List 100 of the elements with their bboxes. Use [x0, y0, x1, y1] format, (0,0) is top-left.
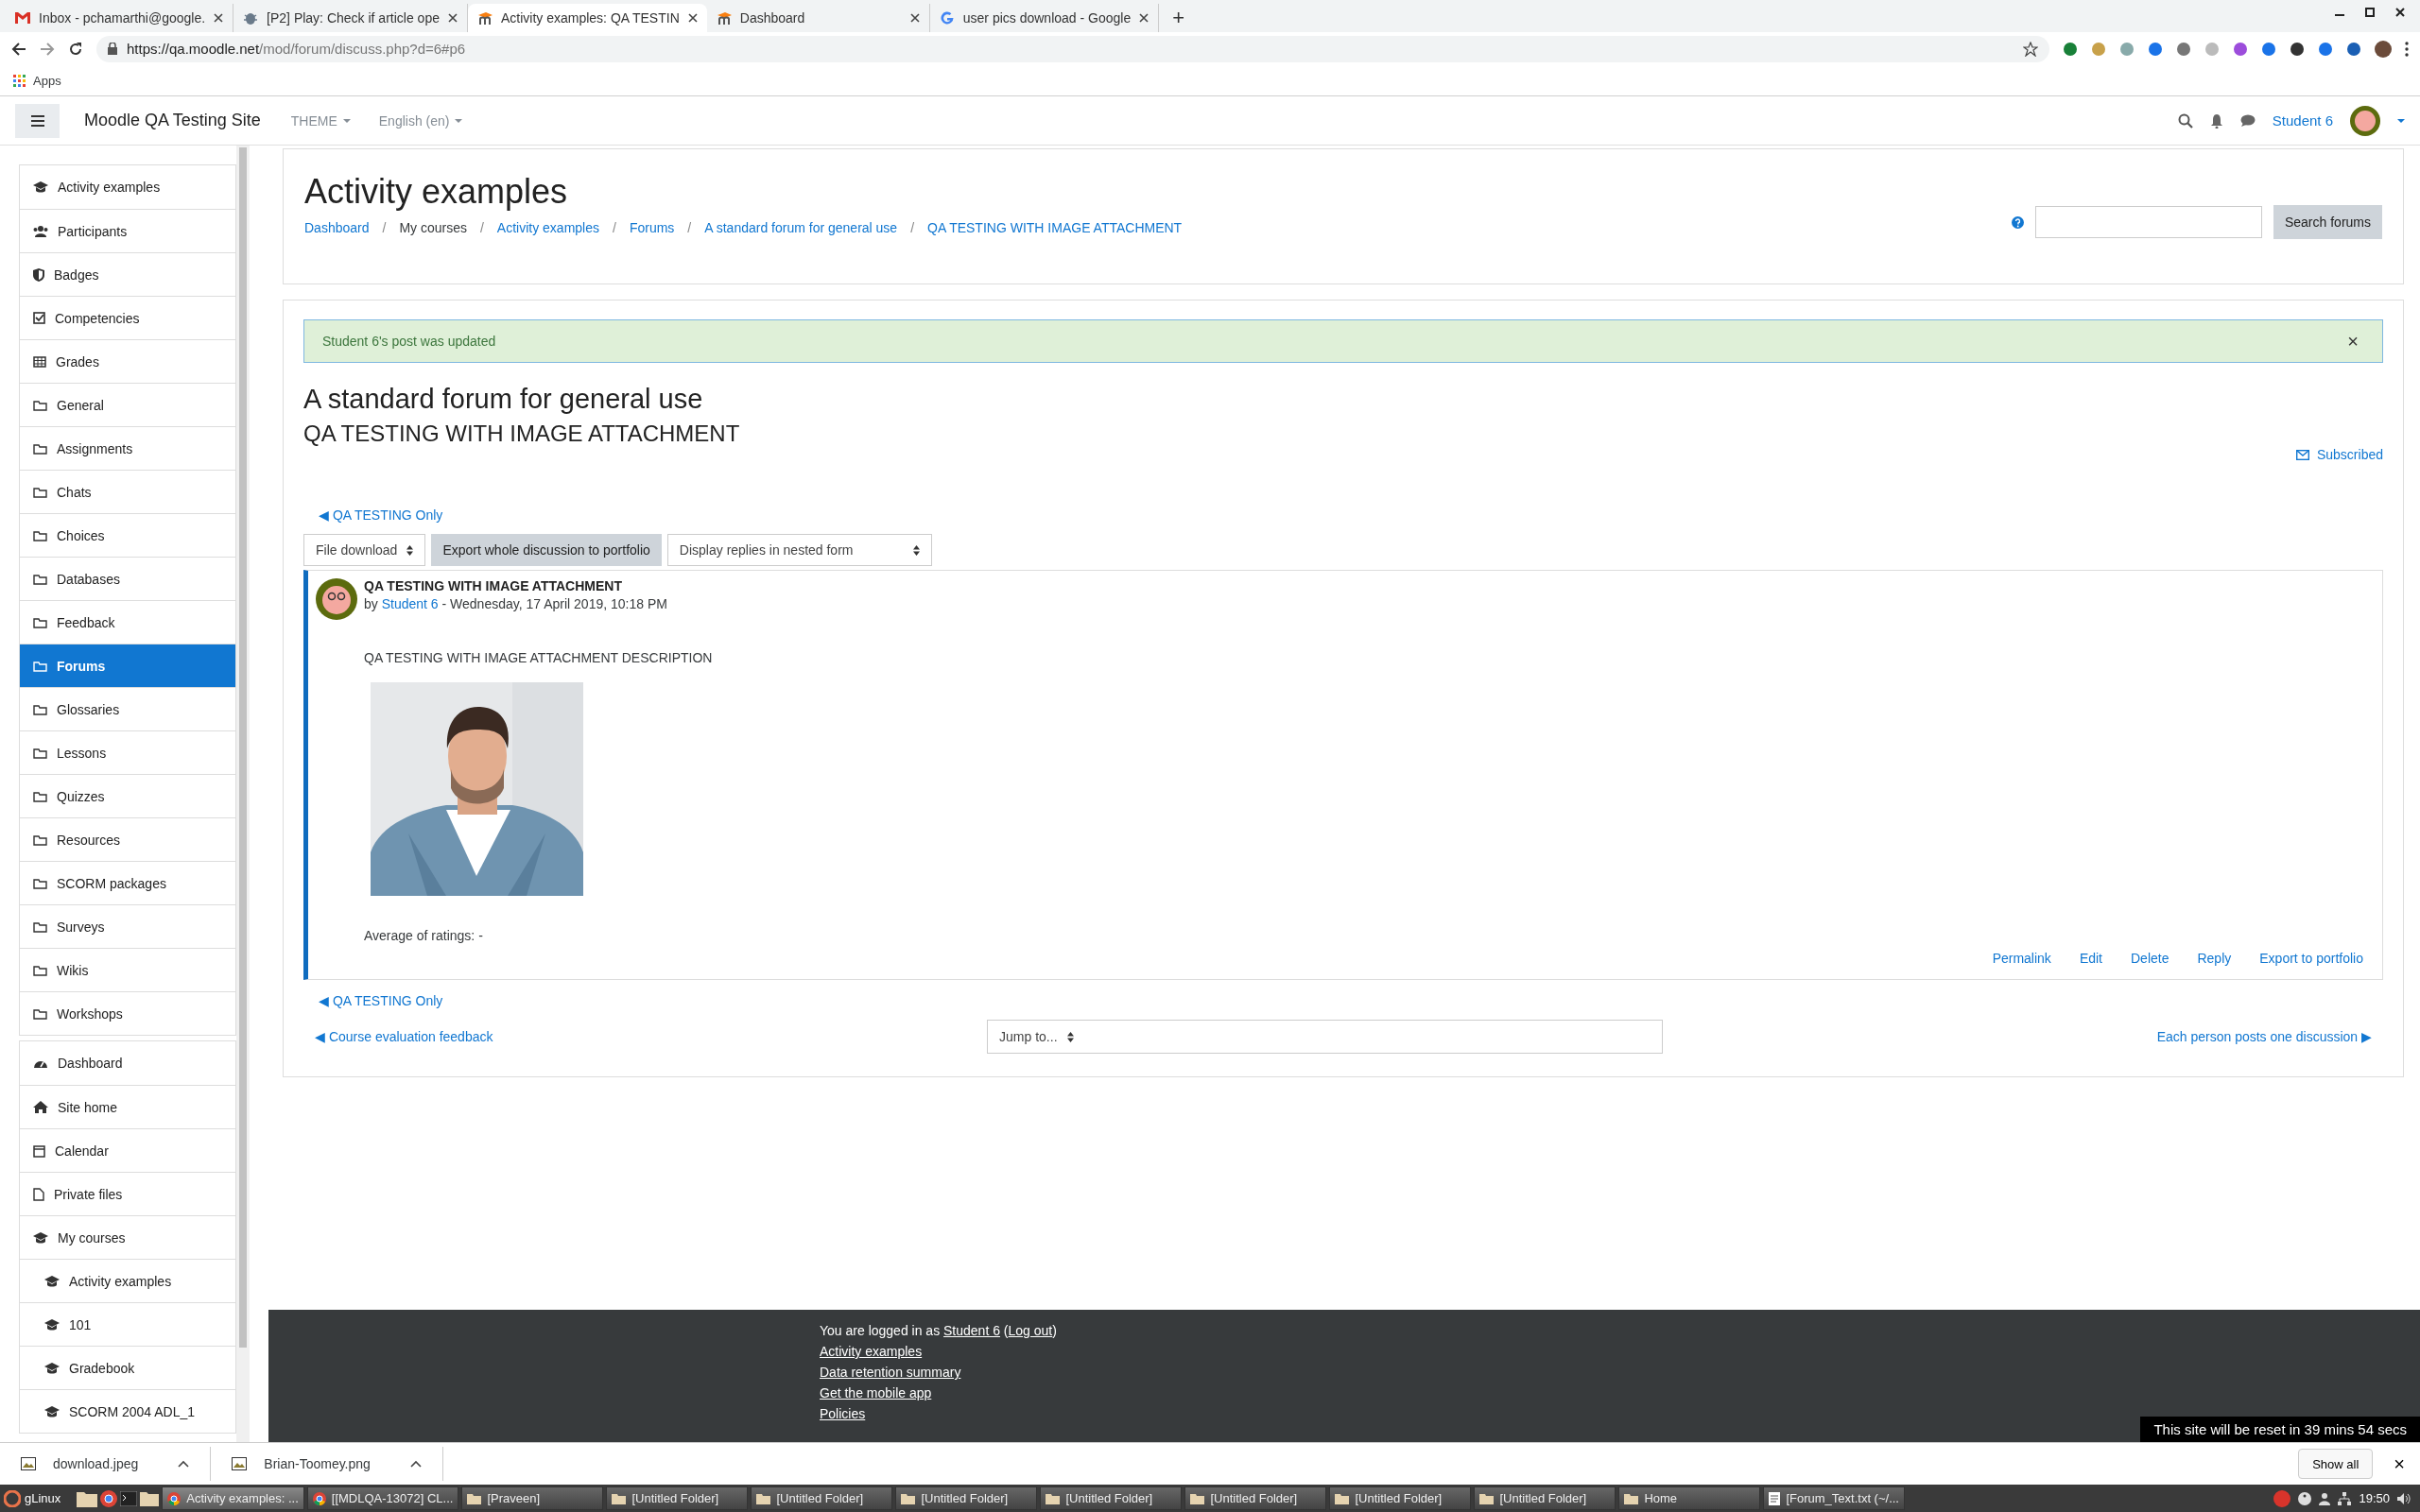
user-icon[interactable]: [2319, 1491, 2331, 1505]
sidebar-item[interactable]: Choices: [20, 513, 235, 557]
more-icon[interactable]: [2405, 41, 2409, 57]
bell-icon[interactable]: [2209, 112, 2223, 129]
sidebar-item[interactable]: 101: [20, 1302, 235, 1346]
breadcrumb-link[interactable]: Dashboard: [304, 220, 370, 235]
bookmark-link[interactable]: Apps: [33, 73, 61, 88]
site-name-link[interactable]: Moodle QA Testing Site: [84, 111, 261, 130]
sidebar-item[interactable]: Wikis: [20, 948, 235, 991]
scrollbar[interactable]: [236, 146, 250, 1442]
post-action-link[interactable]: Export to portfolio: [2259, 951, 2363, 966]
folder-launcher-icon[interactable]: [77, 1489, 98, 1507]
address-field[interactable]: https://qa.moodle.net/mod/forum/discuss.php?d=6#p6: [96, 35, 2049, 62]
close-button[interactable]: ×: [2342, 329, 2364, 353]
sidebar-item[interactable]: General: [20, 383, 235, 426]
post-action-link[interactable]: Permalink: [1992, 951, 2051, 966]
sidebar-item[interactable]: Databases: [20, 557, 235, 600]
sidebar-item[interactable]: Private files: [20, 1172, 235, 1215]
network-icon[interactable]: [2338, 1491, 2352, 1505]
avatar-icon[interactable]: [2350, 105, 2380, 136]
taskbar-window[interactable]: [Praveen]: [461, 1486, 604, 1510]
taskbar-window[interactable]: [Untitled Folder]: [606, 1486, 749, 1510]
sidebar-item[interactable]: Badges: [20, 252, 235, 296]
close-icon[interactable]: [909, 13, 920, 23]
previous-discussion-link[interactable]: ◀ QA TESTING Only: [319, 993, 443, 1008]
back-arrow-icon[interactable]: [11, 42, 26, 56]
search-field[interactable]: [2034, 206, 2262, 238]
export-button[interactable]: Export whole discussion to portfolio: [431, 534, 662, 566]
accessibility-icon[interactable]: [2298, 1491, 2312, 1505]
sidebar-item[interactable]: My courses: [20, 1215, 235, 1259]
apps-grid-icon[interactable]: [13, 74, 26, 87]
sidebar-item[interactable]: Surveys: [20, 904, 235, 948]
post-action-link[interactable]: Edit: [2079, 951, 2102, 966]
sidebar-item[interactable]: Participants: [20, 209, 235, 252]
download-item[interactable]: Brian-Toomey.png: [211, 1447, 443, 1481]
previous-discussion-link[interactable]: ◀ QA TESTING Only: [319, 507, 443, 523]
sidebar-item[interactable]: Competencies: [20, 296, 235, 339]
show-all-button[interactable]: Show all: [2298, 1449, 2374, 1479]
profile-avatar-icon[interactable]: [2375, 40, 2392, 58]
caret-icon[interactable]: [2397, 118, 2405, 123]
taskbar-window[interactable]: Home: [1618, 1486, 1761, 1510]
menu-button[interactable]: [15, 103, 60, 138]
sidebar-item[interactable]: SCORM 2004 ADL_1: [20, 1389, 235, 1433]
footer-link[interactable]: Data retention summary: [820, 1365, 961, 1380]
breadcrumb-link[interactable]: Activity examples: [496, 220, 599, 235]
close-icon[interactable]: [1139, 13, 1150, 23]
sidebar-item[interactable]: Grades: [20, 339, 235, 383]
close-icon[interactable]: [214, 13, 224, 23]
sidebar-item[interactable]: Chats: [20, 470, 235, 513]
subscribed-link[interactable]: Subscribed: [2295, 447, 2383, 462]
sidebar-item[interactable]: Glossaries: [20, 687, 235, 730]
sidebar-item[interactable]: Quizzes: [20, 774, 235, 817]
jump-to-select[interactable]: Jump to...: [987, 1020, 1664, 1054]
sidebar-item[interactable]: Gradebook: [20, 1346, 235, 1389]
star-icon[interactable]: [2023, 41, 2038, 57]
export-format-select[interactable]: File download: [303, 534, 426, 566]
chrome-launcher-icon[interactable]: [100, 1489, 118, 1507]
next-activity-link[interactable]: Each person posts one discussion ▶: [2156, 1029, 2383, 1044]
user-menu-link[interactable]: Student 6: [2272, 112, 2333, 129]
start-menu-button[interactable]: gLinux: [4, 1489, 75, 1507]
download-item[interactable]: download.jpeg: [0, 1447, 212, 1481]
sidebar-item[interactable]: Lessons: [20, 730, 235, 774]
close-icon[interactable]: [2395, 8, 2405, 17]
previous-activity-link[interactable]: ◀ Course evaluation feedback: [315, 1029, 493, 1044]
extension-icon[interactable]: [2346, 41, 2361, 57]
taskbar-window[interactable]: Activity examples: ...: [162, 1486, 304, 1510]
taskbar-window[interactable]: [Untitled Folder]: [1040, 1486, 1183, 1510]
sidebar-item[interactable]: SCORM packages: [20, 861, 235, 904]
new-tab-button[interactable]: +: [1159, 6, 1199, 32]
breadcrumb-link[interactable]: A standard forum for general use: [704, 220, 898, 235]
help-icon[interactable]: [2011, 215, 2024, 229]
display-mode-select[interactable]: Display replies in nested form: [666, 534, 932, 566]
taskbar-window[interactable]: [Untitled Folder]: [895, 1486, 1038, 1510]
sidebar-item[interactable]: Resources: [20, 817, 235, 861]
sidebar-item[interactable]: Activity examples: [20, 1259, 235, 1302]
author-link[interactable]: Student 6: [381, 596, 439, 611]
close-icon[interactable]: [447, 13, 458, 23]
search-button[interactable]: Search forums: [2273, 205, 2382, 239]
sidebar-item[interactable]: Calendar: [20, 1128, 235, 1172]
browser-tab[interactable]: Activity examples: QA TESTIN: [467, 4, 707, 32]
chat-icon[interactable]: [2239, 113, 2256, 128]
sidebar-item[interactable]: Forums: [20, 644, 235, 687]
reload-icon[interactable]: [68, 41, 83, 57]
profile-link[interactable]: Student 6: [943, 1323, 1000, 1338]
notification-icon[interactable]: [2273, 1489, 2291, 1507]
sidebar-item[interactable]: Dashboard: [20, 1041, 235, 1085]
maximize-icon[interactable]: [2365, 8, 2375, 17]
post-action-link[interactable]: Delete: [2131, 951, 2169, 966]
sidebar-item[interactable]: Activity examples: [20, 165, 235, 209]
taskbar-window[interactable]: [Untitled Folder]: [751, 1486, 893, 1510]
taskbar-window[interactable]: [[MDLQA-13072] CL...: [306, 1486, 459, 1510]
sidebar-item[interactable]: Workshops: [20, 991, 235, 1035]
forward-arrow-icon[interactable]: [40, 42, 55, 56]
volume-icon[interactable]: [2397, 1492, 2411, 1504]
post-action-link[interactable]: Reply: [2197, 951, 2232, 966]
folder-launcher-icon[interactable]: [140, 1490, 160, 1506]
taskbar-window[interactable]: [Untitled Folder]: [1474, 1486, 1616, 1510]
taskbar-window[interactable]: [Untitled Folder]: [1329, 1486, 1472, 1510]
breadcrumb-link[interactable]: QA TESTING WITH IMAGE ATTACHMENT: [927, 220, 1183, 235]
taskbar-window[interactable]: [Untitled Folder]: [1184, 1486, 1327, 1510]
